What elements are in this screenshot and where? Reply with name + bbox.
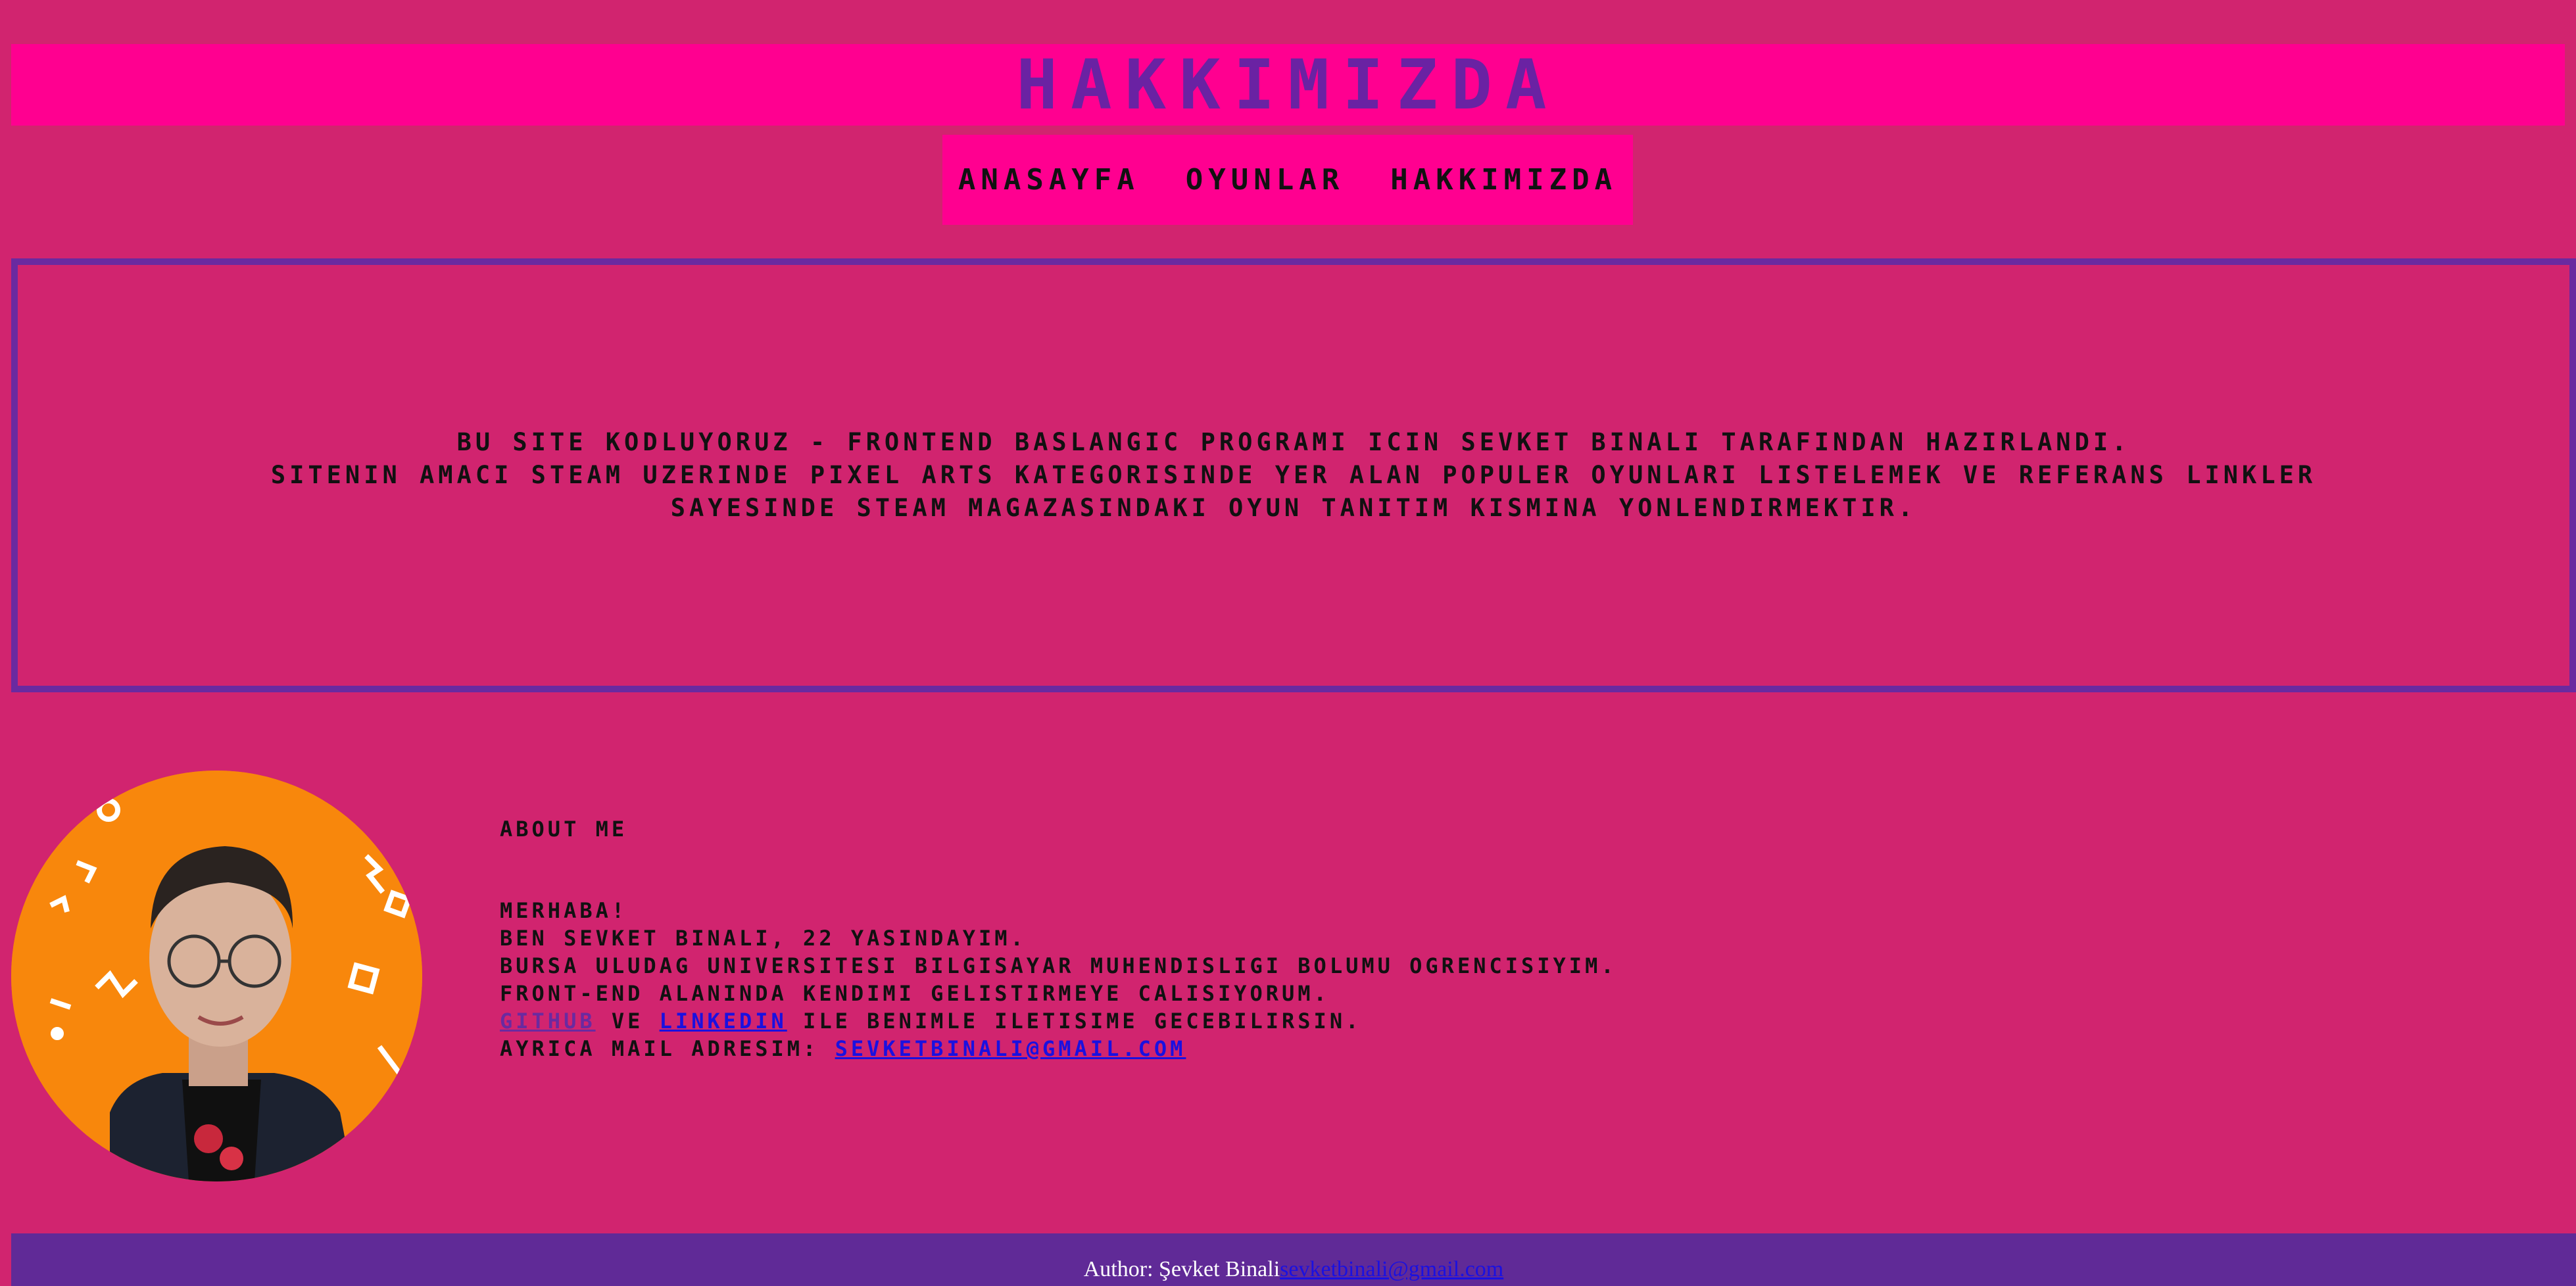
footer-author-text: Author: Şevket Binali: [1083, 1257, 1280, 1281]
avatar: [11, 771, 422, 1181]
linkedin-link[interactable]: LINKEDIN: [660, 1009, 787, 1034]
footer: Author: Şevket Binali sevketbinali@gmail…: [11, 1233, 2576, 1286]
profile-photo: [11, 771, 422, 1181]
footer-email-link[interactable]: sevketbinali@gmail.com: [1280, 1257, 1503, 1282]
about-frontend-line: FRONT-END ALANINDA KENDIMI GELISTIRMEYE …: [500, 981, 1330, 1006]
about-school-line: BURSA ULUDAG UNIVERSITESI BILGISAYAR MUH…: [500, 953, 1617, 978]
main-nav: ANASAYFA OYUNLAR HAKKIMIZDA: [942, 135, 1633, 225]
about-greeting: MERHABA!: [500, 898, 628, 923]
header-bar: HAKKIMIZDA: [11, 44, 2565, 126]
mail-prefix-text: AYRICA MAIL ADRESIM:: [500, 1036, 835, 1061]
intro-box: BU SITE KODLUYORUZ - FRONTEND BASLANGIC …: [11, 258, 2576, 692]
nav-link-hakkimizda[interactable]: HAKKIMIZDA: [1390, 163, 1617, 197]
intro-line-2: SITENIN AMACI STEAM UZERINDE PIXEL ARTS …: [270, 461, 2317, 522]
about-section: ABOUT ME MERHABA! BEN SEVKET BINALI, 22 …: [500, 815, 2210, 1062]
about-mail-line: AYRICA MAIL ADRESIM: SEVKETBINALI@GMAIL.…: [500, 1035, 2210, 1062]
about-heading: ABOUT ME: [500, 817, 628, 842]
about-age-line: BEN SEVKET BINALI, 22 YASINDAYIM.: [500, 926, 1027, 951]
intro-line-1: BU SITE KODLUYORUZ - FRONTEND BASLANGIC …: [456, 428, 2131, 456]
and-text: VE: [595, 1009, 660, 1034]
github-link[interactable]: GITHUB: [500, 1009, 596, 1034]
nav-link-oyunlar[interactable]: OYUNLAR: [1186, 163, 1344, 197]
about-contact-line: GITHUB VE LINKEDIN ILE BENIMLE ILETISIME…: [500, 1007, 2210, 1035]
page-title: HAKKIMIZDA: [1016, 45, 1560, 125]
contact-rest-text: ILE BENIMLE ILETISIME GECEBILIRSIN.: [787, 1009, 1362, 1034]
mail-link[interactable]: SEVKETBINALI@GMAIL.COM: [835, 1036, 1186, 1061]
nav-link-anasayfa[interactable]: ANASAYFA: [958, 163, 1140, 197]
